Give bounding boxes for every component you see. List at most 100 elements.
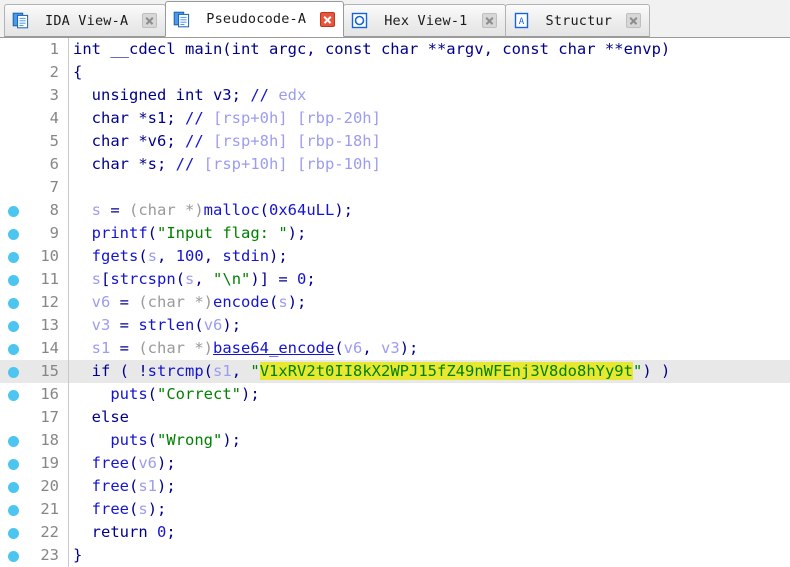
breakpoint-marker-icon[interactable] bbox=[8, 459, 19, 470]
line-gutter[interactable]: 21 bbox=[0, 498, 68, 521]
code-text[interactable]: fgets(s, 100, stdin); bbox=[73, 245, 288, 268]
code-text[interactable]: s = (char *)malloc(0x64uLL); bbox=[73, 199, 353, 222]
breakpoint-marker-icon[interactable] bbox=[8, 321, 19, 332]
line-gutter[interactable]: 7 bbox=[0, 176, 68, 199]
line-gutter[interactable]: 11 bbox=[0, 268, 68, 291]
code-line[interactable]: 9 printf("Input flag: "); bbox=[0, 222, 790, 245]
code-token: = bbox=[110, 316, 139, 334]
code-line[interactable]: 1 int __cdecl main(int argc, const char *… bbox=[0, 38, 790, 61]
breakpoint-marker-icon[interactable] bbox=[8, 436, 19, 447]
code-text[interactable]: } bbox=[73, 544, 82, 567]
breakpoint-marker-icon[interactable] bbox=[8, 551, 19, 562]
tab-pseudocode-a[interactable]: Pseudocode-A bbox=[165, 1, 345, 37]
tab-ida-view-a[interactable]: IDA View-A bbox=[4, 4, 167, 37]
tab-close-button[interactable] bbox=[481, 13, 497, 28]
line-gutter[interactable]: 17 bbox=[0, 406, 68, 429]
code-text[interactable]: free(v6); bbox=[73, 452, 176, 475]
line-gutter[interactable]: 8 bbox=[0, 199, 68, 222]
code-line[interactable]: 11 s[strcspn(s, "\n")] = 0; bbox=[0, 268, 790, 291]
breakpoint-marker-icon[interactable] bbox=[8, 390, 19, 401]
code-text[interactable]: puts("Wrong"); bbox=[73, 429, 241, 452]
code-text[interactable]: int __cdecl main(int argc, const char **… bbox=[73, 38, 670, 61]
code-text[interactable]: { bbox=[73, 61, 82, 84]
line-gutter[interactable]: 22 bbox=[0, 521, 68, 544]
code-line[interactable]: 8 s = (char *)malloc(0x64uLL); bbox=[0, 199, 790, 222]
line-gutter[interactable]: 14 bbox=[0, 337, 68, 360]
line-gutter[interactable]: 12 bbox=[0, 291, 68, 314]
breakpoint-marker-icon[interactable] bbox=[8, 505, 19, 516]
code-text[interactable]: free(s1); bbox=[73, 475, 176, 498]
line-gutter[interactable]: 5 bbox=[0, 130, 68, 153]
tab-hex-view-1[interactable]: Hex View-1 bbox=[343, 4, 506, 37]
code-text[interactable]: char *v6; // [rsp+8h] [rbp-18h] bbox=[73, 130, 381, 153]
code-line[interactable]: 7 bbox=[0, 176, 790, 199]
code-line[interactable]: 5 char *v6; // [rsp+8h] [rbp-18h] bbox=[0, 130, 790, 153]
code-line[interactable]: 12 v6 = (char *)encode(s); bbox=[0, 291, 790, 314]
code-line[interactable]: 16 puts("Correct"); bbox=[0, 383, 790, 406]
breakpoint-marker-icon[interactable] bbox=[8, 275, 19, 286]
code-text[interactable]: free(s); bbox=[73, 498, 167, 521]
code-line[interactable]: 23} bbox=[0, 544, 790, 567]
code-line[interactable]: 14 s1 = (char *)base64_encode(v6, v3); bbox=[0, 337, 790, 360]
code-text[interactable]: s1 = (char *)base64_encode(v6, v3); bbox=[73, 337, 419, 360]
breakpoint-marker-icon[interactable] bbox=[8, 206, 19, 217]
breakpoint-marker-icon[interactable] bbox=[8, 229, 19, 240]
code-line[interactable]: 15 if ( !strcmp(s1, "V1xRV2t0II8kX2WPJ15… bbox=[0, 360, 790, 383]
code-line[interactable]: 13 v3 = strlen(v6); bbox=[0, 314, 790, 337]
line-gutter[interactable]: 2 bbox=[0, 61, 68, 84]
pseudocode-editor[interactable]: 1 int __cdecl main(int argc, const char *… bbox=[0, 38, 790, 567]
code-line[interactable]: 17 else bbox=[0, 406, 790, 429]
code-text[interactable]: return 0; bbox=[73, 521, 176, 544]
code-line[interactable]: 18 puts("Wrong"); bbox=[0, 429, 790, 452]
tab-structur[interactable]: A Structur bbox=[504, 4, 651, 37]
tab-close-button[interactable] bbox=[626, 13, 642, 28]
line-gutter[interactable]: 18 bbox=[0, 429, 68, 452]
code-text[interactable]: printf("Input flag: "); bbox=[73, 222, 307, 245]
line-gutter[interactable]: 4 bbox=[0, 107, 68, 130]
code-text[interactable]: char *s1; // [rsp+0h] [rbp-20h] bbox=[73, 107, 381, 130]
line-gutter[interactable]: 3 bbox=[0, 84, 68, 107]
code-text[interactable]: else bbox=[73, 406, 129, 429]
code-text[interactable]: unsigned int v3; // edx bbox=[73, 84, 307, 107]
tab-close-button[interactable] bbox=[320, 11, 336, 27]
code-text[interactable]: v3 = strlen(v6); bbox=[73, 314, 241, 337]
tab-close-button[interactable] bbox=[142, 13, 158, 28]
code-line[interactable]: 21 free(s); bbox=[0, 498, 790, 521]
line-gutter[interactable]: 6 bbox=[0, 153, 68, 176]
tab-bar[interactable]: IDA View-A Pseudocode-A Hex View-1 A Structu… bbox=[0, 0, 790, 38]
code-line[interactable]: 20 free(s1); bbox=[0, 475, 790, 498]
tab-label: Pseudocode-A bbox=[206, 11, 307, 27]
code-line[interactable]: 4 char *s1; // [rsp+0h] [rbp-20h] bbox=[0, 107, 790, 130]
breakpoint-marker-icon[interactable] bbox=[8, 367, 19, 378]
code-text[interactable]: v6 = (char *)encode(s); bbox=[73, 291, 307, 314]
gutter-divider bbox=[68, 84, 69, 107]
code-token: char *v6; bbox=[73, 132, 185, 150]
code-line[interactable]: 19 free(v6); bbox=[0, 452, 790, 475]
code-token: ) ) bbox=[642, 362, 671, 380]
code-text[interactable]: s[strcspn(s, "\n")] = 0; bbox=[73, 268, 316, 291]
line-gutter[interactable]: 15 bbox=[0, 360, 68, 383]
breakpoint-marker-icon[interactable] bbox=[8, 528, 19, 539]
line-gutter[interactable]: 13 bbox=[0, 314, 68, 337]
line-gutter[interactable]: 23 bbox=[0, 544, 68, 567]
code-line[interactable]: 6 char *s; // [rsp+10h] [rbp-10h] bbox=[0, 153, 790, 176]
code-line[interactable]: 3 unsigned int v3; // edx bbox=[0, 84, 790, 107]
code-text[interactable]: if ( !strcmp(s1, "V1xRV2t0II8kX2WPJ15fZ4… bbox=[73, 360, 670, 383]
code-line[interactable]: 10 fgets(s, 100, stdin); bbox=[0, 245, 790, 268]
line-gutter[interactable]: 1 bbox=[0, 38, 68, 61]
code-line[interactable]: 2{ bbox=[0, 61, 790, 84]
breakpoint-marker-icon[interactable] bbox=[8, 252, 19, 263]
line-gutter[interactable]: 10 bbox=[0, 245, 68, 268]
breakpoint-marker-icon[interactable] bbox=[8, 344, 19, 355]
breakpoint-marker-icon[interactable] bbox=[8, 298, 19, 309]
line-gutter[interactable]: 16 bbox=[0, 383, 68, 406]
line-gutter[interactable]: 19 bbox=[0, 452, 68, 475]
breakpoint-marker-icon[interactable] bbox=[8, 482, 19, 493]
code-text[interactable]: char *s; // [rsp+10h] [rbp-10h] bbox=[73, 153, 381, 176]
code-line[interactable]: 22 return 0; bbox=[0, 521, 790, 544]
line-gutter[interactable]: 9 bbox=[0, 222, 68, 245]
line-gutter[interactable]: 20 bbox=[0, 475, 68, 498]
code-text[interactable]: puts("Correct"); bbox=[73, 383, 259, 406]
code-token: free bbox=[91, 454, 129, 472]
